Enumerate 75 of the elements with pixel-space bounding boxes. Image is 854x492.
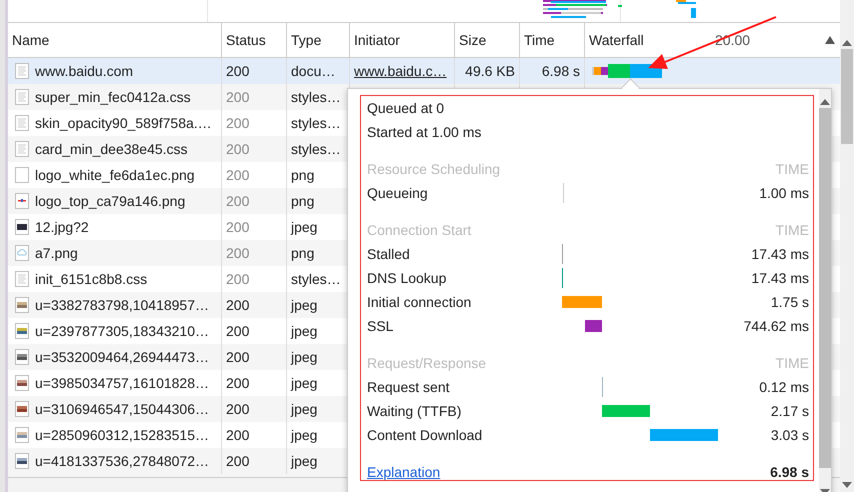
timing-value: 744.62 ms <box>742 318 809 334</box>
resource-type: jpeg <box>291 349 318 365</box>
timing-label: Request sent <box>367 379 450 395</box>
status-code: 200 <box>226 349 250 365</box>
resource-type: styles… <box>291 89 341 105</box>
status-code: 200 <box>226 193 250 209</box>
file-name: u=3532009464,26944473… <box>35 349 210 365</box>
file-name: u=3382783798,10418957… <box>35 297 210 313</box>
timing-value: 3.03 s <box>770 427 809 443</box>
resource-type: png <box>291 245 314 261</box>
status-code: 200 <box>226 245 250 261</box>
resource-type: jpeg <box>291 219 318 235</box>
total-time: 6.98 s <box>770 464 809 480</box>
timing-value: 17.43 ms <box>750 246 809 262</box>
status-code: 200 <box>226 375 250 391</box>
timing-value: 1.75 s <box>770 294 809 310</box>
status-code: 200 <box>226 89 250 105</box>
file-name: u=4181337536,27848072… <box>35 453 210 469</box>
timing-label: Waiting (TTFB) <box>367 403 462 419</box>
timing-label: Stalled <box>367 246 411 262</box>
timing-value: 1.00 ms <box>758 185 809 201</box>
file-name: logo_white_fe6da1ec.png <box>35 167 195 183</box>
status-code: 200 <box>226 115 250 131</box>
timing-label: SSL <box>367 318 394 334</box>
status-code: 200 <box>226 427 250 443</box>
start-time: Started at 1.00 ms <box>367 123 482 142</box>
column-label: TIME <box>774 222 809 238</box>
file-name: a7.png <box>35 245 78 261</box>
timing-value: 2.17 s <box>770 403 809 419</box>
section-heading: Resource Scheduling <box>367 161 502 177</box>
file-name: u=3985034757,16101828… <box>35 375 210 391</box>
file-name: www.baidu.com <box>35 63 134 79</box>
status-code: 200 <box>226 219 250 235</box>
file-name: 12.jpg?2 <box>35 219 89 235</box>
file-name: u=2850960312,15283515… <box>35 427 210 443</box>
resource-type: jpeg <box>291 453 318 469</box>
section-heading: Request/Response <box>367 355 488 371</box>
status-code: 200 <box>226 323 250 339</box>
queued-time: Queued at 0 <box>367 99 446 118</box>
resource-type: docu… <box>291 63 336 79</box>
file-name: card_min_dee38e45.css <box>35 141 188 157</box>
time-value: 6.98 s <box>542 63 580 79</box>
status-code: 200 <box>226 297 250 313</box>
file-name: skin_opacity90_589f758a.… <box>35 115 212 131</box>
file-name: init_6151c8b8.css <box>35 271 148 287</box>
status-code: 200 <box>226 401 250 417</box>
file-name: u=3106946547,15044306… <box>35 401 210 417</box>
size-value: 49.6 KB <box>465 63 515 79</box>
resource-type: jpeg <box>291 427 318 443</box>
section-heading: Connection Start <box>367 222 472 238</box>
timing-label: DNS Lookup <box>367 270 448 286</box>
resource-type: styles… <box>291 271 341 287</box>
status-code: 200 <box>226 271 250 287</box>
resource-type: styles… <box>291 115 341 131</box>
file-name: super_min_fec0412a.css <box>35 89 191 105</box>
resource-type: jpeg <box>291 323 318 339</box>
timing-value: 0.12 ms <box>758 379 809 395</box>
resource-type: jpeg <box>291 297 318 313</box>
resource-type: jpeg <box>291 401 318 417</box>
timing-label: Queueing <box>367 185 429 201</box>
timing-label: Initial connection <box>367 294 472 310</box>
status-code: 200 <box>226 141 250 157</box>
status-code: 200 <box>226 63 250 79</box>
timing-value: 17.43 ms <box>750 270 809 286</box>
status-code: 200 <box>226 167 250 183</box>
resource-type: styles… <box>291 141 341 157</box>
resource-type: png <box>291 167 314 183</box>
column-label: TIME <box>774 161 809 177</box>
status-code: 200 <box>226 453 250 469</box>
timing-label: Content Download <box>367 427 484 443</box>
resource-type: png <box>291 193 314 209</box>
resource-type: jpeg <box>291 375 318 391</box>
file-name: u=2397877305,18343210… <box>35 323 210 339</box>
file-name: logo_top_ca79a146.png <box>35 193 186 209</box>
column-label: TIME <box>774 355 809 371</box>
